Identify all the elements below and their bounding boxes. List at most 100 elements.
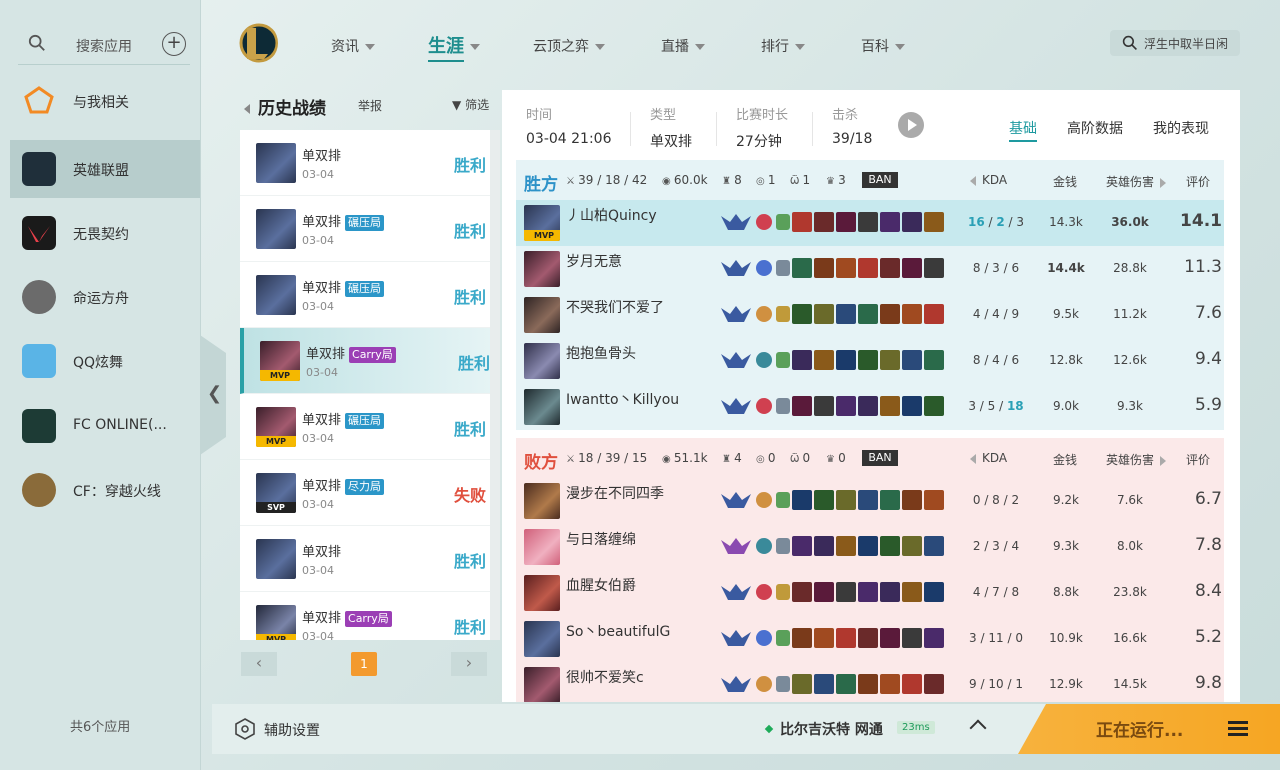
app-item[interactable]: FC ONLINE(...: [10, 397, 200, 455]
report-link[interactable]: 举报: [358, 97, 382, 114]
player-row[interactable]: 很帅不爱笑c 9 / 10 / 1 12.9k 14.5k 9.8: [516, 662, 1224, 702]
app-search[interactable]: 搜索应用 +: [18, 28, 190, 65]
top-search-input[interactable]: 浮生中取半日闲: [1110, 30, 1240, 56]
history-row[interactable]: 单双排 03-04 胜利: [240, 130, 490, 196]
player-name[interactable]: 抱抱鱼骨头: [566, 343, 636, 363]
detail-tab[interactable]: 基础: [1009, 118, 1037, 142]
history-row[interactable]: SVP 单双排 尽力局 03-04 失败: [240, 460, 490, 526]
page-number[interactable]: 1: [351, 652, 377, 676]
server-name[interactable]: 比尔吉沃特 网通: [780, 719, 883, 739]
mvp-badge: MVP: [256, 634, 296, 640]
app-item[interactable]: CF：穿越火线: [10, 461, 200, 519]
item-icon: [836, 258, 856, 278]
item-icon: [880, 582, 900, 602]
chevron-up-icon[interactable]: [969, 719, 987, 737]
player-name[interactable]: 与日落缠绵: [566, 529, 636, 549]
next-page-button[interactable]: ›: [451, 652, 487, 676]
player-row[interactable]: 与日落缠绵 2 / 3 / 4 9.3k 8.0k 7.8: [516, 524, 1224, 570]
mvp-badge: MVP: [260, 370, 300, 381]
rank-emblem-icon: [720, 674, 752, 694]
replay-button[interactable]: [898, 112, 924, 138]
player-name[interactable]: Iwantto丶Killyou: [566, 389, 679, 409]
item-icon: [814, 628, 834, 648]
player-row[interactable]: MVP 丿山柏Quincy 16 / 2 / 3 14.3k 36.0k 14.1: [516, 200, 1224, 246]
nav-item[interactable]: 直播: [661, 36, 705, 56]
menu-icon[interactable]: [1228, 721, 1248, 737]
player-name[interactable]: So丶beautifulG: [566, 621, 670, 641]
history-row[interactable]: MVP 单双排 Carry局 03-04 胜利: [240, 328, 494, 394]
history-row[interactable]: 单双排 碾压局 03-04 胜利: [240, 196, 490, 262]
team-kda: ⚔ 39 / 18 / 42: [566, 173, 647, 187]
history-row[interactable]: MVP 单双排 碾压局 03-04 胜利: [240, 394, 490, 460]
app-item[interactable]: 命运方舟: [10, 268, 200, 326]
score-header[interactable]: 评价: [1186, 173, 1210, 190]
history-row[interactable]: MVP 单双排 Carry局 03-04 胜利: [240, 592, 490, 640]
history-title[interactable]: 历史战绩: [244, 94, 326, 119]
ban-button[interactable]: BAN: [862, 172, 898, 188]
nav-item[interactable]: 云顶之弈: [533, 36, 605, 56]
assist-settings-button[interactable]: 辅助设置: [264, 720, 320, 740]
lol-icon: [22, 152, 56, 186]
player-row[interactable]: Iwantto丶Killyou 3 / 5 / 18 9.0k 9.3k 5.9: [516, 384, 1224, 430]
filter-button[interactable]: ▼ 筛选: [452, 96, 489, 113]
history-row[interactable]: 单双排 碾压局 03-04 胜利: [240, 262, 490, 328]
player-row[interactable]: So丶beautifulG 3 / 11 / 0 10.9k 16.6k 5.2: [516, 616, 1224, 662]
app-item[interactable]: QQ炫舞: [10, 332, 200, 390]
player-row[interactable]: 岁月无意 8 / 3 / 6 14.4k 28.8k 11.3: [516, 246, 1224, 292]
player-name[interactable]: 血腥女伯爵: [566, 575, 636, 595]
player-name[interactable]: 很帅不爱笑c: [566, 667, 644, 687]
item-icon: [836, 628, 856, 648]
player-name[interactable]: 不哭我们不爱了: [566, 297, 664, 317]
detail-tab[interactable]: 高阶数据: [1067, 118, 1123, 138]
add-app-button[interactable]: +: [162, 32, 186, 56]
chevron-down-icon: [895, 44, 905, 50]
app-item[interactable]: 英雄联盟: [10, 140, 200, 198]
nav-item[interactable]: 百科: [861, 36, 905, 56]
sort-left-icon: [970, 175, 976, 186]
damage-header[interactable]: 英雄伤害: [1106, 173, 1167, 190]
ban-button[interactable]: BAN: [862, 450, 898, 466]
assists: 2: [1011, 493, 1020, 507]
item-icon: [924, 396, 944, 416]
player-row[interactable]: 抱抱鱼骨头 8 / 4 / 6 12.8k 12.6k 9.4: [516, 338, 1224, 384]
related-icon: [22, 84, 56, 118]
match-date: 03-04: [302, 432, 334, 445]
match-type-label: 单双排: [302, 413, 342, 428]
item-icon: [814, 490, 834, 510]
player-row[interactable]: 漫步在不同四季 0 / 8 / 2 9.2k 7.6k 6.7: [516, 478, 1224, 524]
team-gold-icon: ◉: [662, 454, 674, 465]
gold-header[interactable]: 金钱: [1053, 451, 1077, 468]
collapse-sidebar-button[interactable]: ❮: [200, 335, 226, 455]
kills: 8: [972, 353, 981, 367]
nav-item[interactable]: 排行: [761, 36, 805, 56]
deaths: 10: [988, 677, 1004, 691]
nav-item[interactable]: 生涯: [428, 32, 480, 62]
player-row[interactable]: 血腥女伯爵 4 / 7 / 8 8.8k 23.8k 8.4: [516, 570, 1224, 616]
match-result: 胜利: [454, 222, 487, 241]
player-row[interactable]: 不哭我们不爱了 4 / 4 / 9 9.5k 11.2k 7.6: [516, 292, 1224, 338]
lol-logo[interactable]: [238, 22, 278, 64]
app-item[interactable]: 无畏契约: [10, 204, 200, 262]
kills: 16: [967, 215, 985, 229]
player-name[interactable]: 漫步在不同四季: [566, 483, 664, 503]
player-damage: 12.6k: [1113, 353, 1147, 367]
damage-header[interactable]: 英雄伤害: [1106, 451, 1167, 468]
player-name[interactable]: 岁月无意: [566, 251, 622, 271]
score-header[interactable]: 评价: [1186, 451, 1210, 468]
nav-item[interactable]: 资讯: [331, 36, 375, 56]
item-build: [792, 258, 946, 280]
match-type-label: 单双排: [302, 215, 342, 230]
rank-emblem-icon: [720, 396, 752, 416]
detail-tab[interactable]: 我的表现: [1153, 118, 1209, 138]
kda-header[interactable]: KDA: [970, 173, 1007, 187]
player-damage: 28.8k: [1113, 261, 1147, 275]
prev-page-button[interactable]: ‹: [241, 652, 277, 676]
history-row[interactable]: 单双排 03-04 胜利: [240, 526, 490, 592]
history-scrollbar[interactable]: [490, 130, 500, 640]
kda-header[interactable]: KDA: [970, 451, 1007, 465]
player-name[interactable]: 丿山柏Quincy: [566, 205, 657, 225]
running-button[interactable]: 正在运行...: [1018, 704, 1280, 754]
match-tag: Carry局: [349, 347, 396, 363]
gold-header[interactable]: 金钱: [1053, 173, 1077, 190]
app-item[interactable]: 与我相关: [10, 72, 200, 130]
